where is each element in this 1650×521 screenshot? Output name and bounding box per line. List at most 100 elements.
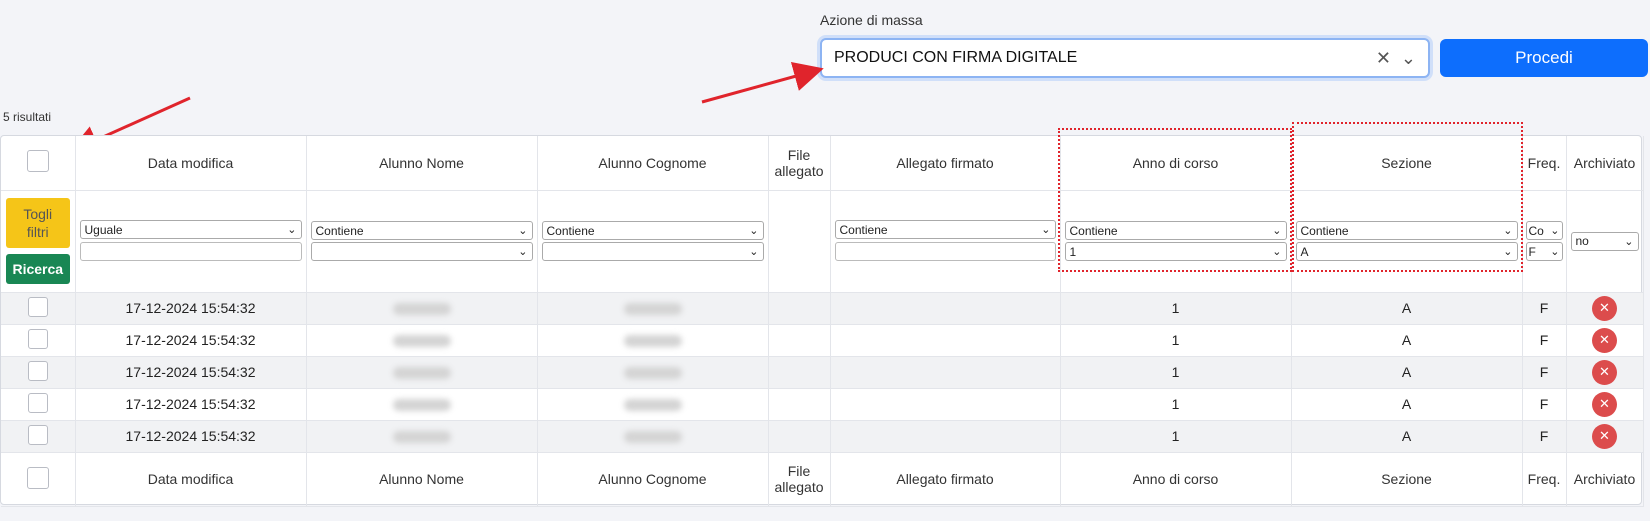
redacted-nome <box>392 367 451 380</box>
select-all-checkbox-footer[interactable] <box>26 466 49 489</box>
data-modifica-operator-select[interactable]: Uguale ⌄ <box>79 220 302 239</box>
chevron-down-icon: ⌄ <box>1041 224 1051 236</box>
redacted-cognome <box>623 431 682 444</box>
redacted-cognome <box>623 399 682 412</box>
alunno-nome-value-select[interactable]: ⌄ <box>310 242 533 261</box>
delete-circle-icon[interactable]: ✕ <box>1592 391 1617 417</box>
table-row[interactable]: 17-12-2024 15:54:32 1 A F ✕ <box>1 420 1644 453</box>
allegato-firmato-filter-input[interactable] <box>834 242 1056 261</box>
anno-operator-select[interactable]: Contiene ⌄ <box>1064 221 1287 240</box>
freq-operator-select[interactable]: Co ⌄ <box>1525 221 1563 240</box>
row-checkbox[interactable] <box>27 392 48 413</box>
delete-circle-icon[interactable]: ✕ <box>1592 359 1617 385</box>
redacted-cognome <box>623 367 682 380</box>
chevron-down-icon: ⌄ <box>1624 235 1634 248</box>
cell-data-modifica: 17-12-2024 15:54:32 <box>75 388 307 421</box>
cell-sezione: A <box>1291 292 1523 325</box>
results-table: Data modifica Alunno Nome Alunno Cognome… <box>1 136 1644 507</box>
chevron-down-icon: ⌄ <box>749 225 759 237</box>
chevron-down-icon: ⌄ <box>518 246 528 258</box>
col-alunno-nome[interactable]: Alunno Nome <box>306 136 538 191</box>
chevron-down-icon: ⌄ <box>749 246 759 258</box>
row-checkbox[interactable] <box>27 328 48 349</box>
chevron-down-icon: ⌄ <box>1550 225 1560 237</box>
mass-action-value: PRODUCI CON FIRMA DIGITALE <box>834 49 1078 66</box>
redacted-cognome <box>623 303 682 316</box>
cell-freq: F <box>1522 420 1567 453</box>
cell-freq: F <box>1522 324 1567 357</box>
chevron-down-icon: ⌄ <box>1550 246 1560 258</box>
redacted-nome <box>392 399 451 412</box>
select-all-checkbox[interactable] <box>26 150 49 173</box>
foot-archiviato: Archiviato <box>1566 452 1644 507</box>
col-alunno-cognome[interactable]: Alunno Cognome <box>537 136 769 191</box>
filter-row: Togli filtri Ricerca Uguale ⌄ Contiene ⌄ ⌄… <box>1 190 1644 293</box>
table-footer-row: Data modifica Alunno Nome Alunno Cognome… <box>1 452 1644 507</box>
table-row[interactable]: 17-12-2024 15:54:32 1 A F ✕ <box>1 292 1644 325</box>
cell-anno: 1 <box>1060 292 1292 325</box>
row-checkbox[interactable] <box>27 360 48 381</box>
alunno-nome-operator-select[interactable]: Contiene ⌄ <box>310 221 533 240</box>
cell-sezione: A <box>1291 324 1523 357</box>
row-checkbox[interactable] <box>27 424 48 445</box>
cell-sezione: A <box>1291 420 1523 453</box>
chevron-down-icon: ⌄ <box>287 224 297 236</box>
redacted-cognome <box>623 335 682 348</box>
delete-circle-icon[interactable]: ✕ <box>1592 327 1617 353</box>
data-modifica-filter-input[interactable] <box>79 242 302 261</box>
cell-anno: 1 <box>1060 356 1292 389</box>
cell-data-modifica: 17-12-2024 15:54:32 <box>75 324 307 357</box>
results-count: 5 risultati <box>3 110 52 124</box>
chevron-down-icon: ⌄ <box>1272 225 1282 237</box>
allegato-firmato-operator-select[interactable]: Contiene ⌄ <box>834 220 1056 239</box>
chevron-down-icon: ⌄ <box>1503 225 1513 237</box>
clear-x-icon[interactable]: ✕ <box>1376 49 1391 67</box>
redacted-nome <box>392 335 451 348</box>
ricerca-button[interactable]: Ricerca <box>5 254 70 284</box>
col-file-allegato[interactable]: File allegato <box>768 136 831 191</box>
results-table-panel: Data modifica Alunno Nome Alunno Cognome… <box>0 135 1644 507</box>
col-sezione[interactable]: Sezione <box>1291 136 1523 191</box>
archiviato-select[interactable]: no ⌄ <box>1570 231 1639 251</box>
foot-freq: Freq. <box>1522 452 1567 507</box>
cell-freq: F <box>1522 292 1567 325</box>
anno-value-select[interactable]: 1 ⌄ <box>1064 242 1287 261</box>
freq-value-select[interactable]: F ⌄ <box>1525 242 1563 261</box>
row-checkbox[interactable] <box>27 296 48 317</box>
table-row[interactable]: 17-12-2024 15:54:32 1 A F ✕ <box>1 324 1644 357</box>
redacted-nome <box>392 303 451 316</box>
foot-alunno-cognome: Alunno Cognome <box>537 452 769 507</box>
cell-data-modifica: 17-12-2024 15:54:32 <box>75 420 307 453</box>
chevron-down-icon[interactable]: ⌄ <box>1401 49 1416 67</box>
col-data-modifica[interactable]: Data modifica <box>75 136 307 191</box>
cell-anno: 1 <box>1060 420 1292 453</box>
cell-data-modifica: 17-12-2024 15:54:32 <box>75 356 307 389</box>
chevron-down-icon: ⌄ <box>1272 246 1282 258</box>
cell-sezione: A <box>1291 388 1523 421</box>
mass-action-select[interactable]: PRODUCI CON FIRMA DIGITALE ✕ ⌄ <box>820 38 1430 78</box>
cell-sezione: A <box>1291 356 1523 389</box>
delete-circle-icon[interactable]: ✕ <box>1592 423 1617 449</box>
mass-action-label: Azione di massa <box>820 12 923 28</box>
cell-freq: F <box>1522 388 1567 421</box>
table-header-row: Data modifica Alunno Nome Alunno Cognome… <box>1 136 1644 191</box>
sezione-operator-select[interactable]: Contiene ⌄ <box>1295 221 1518 240</box>
cell-data-modifica: 17-12-2024 15:54:32 <box>75 292 307 325</box>
table-row[interactable]: 17-12-2024 15:54:32 1 A F ✕ <box>1 388 1644 421</box>
sezione-value-select[interactable]: A ⌄ <box>1295 242 1518 261</box>
togli-filtri-button[interactable]: Togli filtri <box>5 198 70 248</box>
col-anno-di-corso[interactable]: Anno di corso <box>1060 136 1292 191</box>
col-allegato-firmato[interactable]: Allegato firmato <box>830 136 1061 191</box>
table-row[interactable]: 17-12-2024 15:54:32 1 A F ✕ <box>1 356 1644 389</box>
col-freq[interactable]: Freq. <box>1522 136 1567 191</box>
alunno-cognome-operator-select[interactable]: Contiene ⌄ <box>541 221 764 240</box>
procedi-button[interactable]: Procedi <box>1440 39 1648 77</box>
foot-alunno-nome: Alunno Nome <box>306 452 538 507</box>
cell-freq: F <box>1522 356 1567 389</box>
delete-circle-icon[interactable]: ✕ <box>1592 295 1617 321</box>
chevron-down-icon: ⌄ <box>518 225 528 237</box>
alunno-cognome-value-select[interactable]: ⌄ <box>541 242 764 261</box>
foot-data-modifica: Data modifica <box>75 452 307 507</box>
foot-sezione: Sezione <box>1291 452 1523 507</box>
col-archiviato[interactable]: Archiviato <box>1566 136 1644 191</box>
